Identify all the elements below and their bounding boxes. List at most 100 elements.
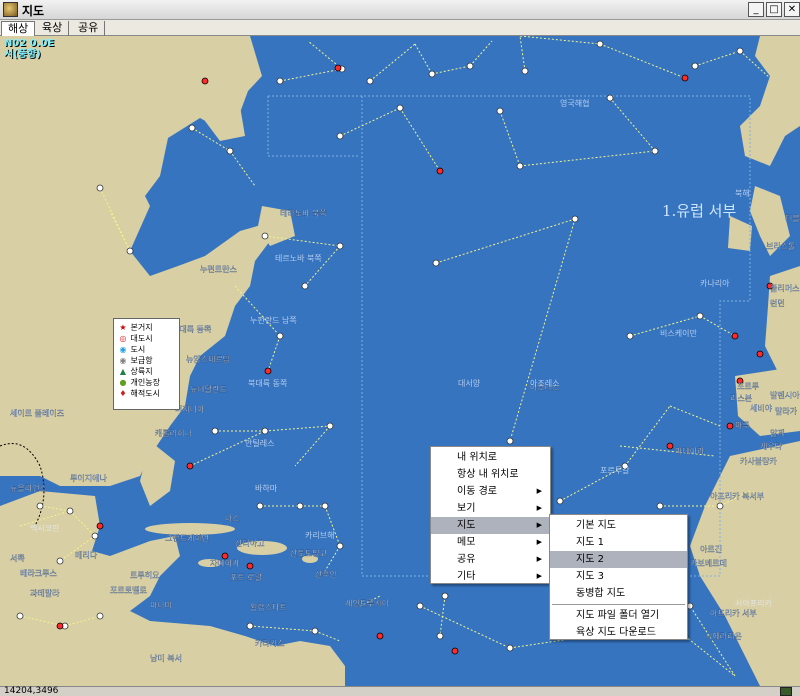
port-label[interactable]: 포르토벨로: [110, 585, 147, 595]
waypoint-marker[interactable]: [716, 502, 724, 510]
waypoint-marker[interactable]: [211, 427, 219, 435]
menu-route[interactable]: 이동 경로 ▶: [431, 483, 550, 500]
submenu-map-3[interactable]: 지도 3: [550, 568, 687, 585]
waypoint-marker[interactable]: [432, 259, 440, 267]
menu-view[interactable]: 보기 ▶: [431, 500, 550, 517]
danger-marker[interactable]: [726, 422, 734, 430]
waypoint-marker[interactable]: [301, 282, 309, 290]
menu-always-my-location[interactable]: 항상 내 위치로: [431, 466, 550, 483]
waypoint-marker[interactable]: [188, 124, 196, 132]
danger-marker[interactable]: [436, 167, 444, 175]
waypoint-marker[interactable]: [336, 132, 344, 140]
close-button[interactable]: ✕: [784, 2, 800, 17]
waypoint-marker[interactable]: [736, 47, 744, 55]
danger-marker[interactable]: [451, 647, 459, 655]
submenu-merged-map[interactable]: 동병합 지도: [550, 585, 687, 602]
waypoint-marker[interactable]: [261, 232, 269, 240]
danger-marker[interactable]: [56, 622, 64, 630]
waypoint-marker[interactable]: [516, 162, 524, 170]
tab-share[interactable]: 공유: [72, 21, 106, 36]
port-label[interactable]: 산토도밍고: [290, 548, 327, 558]
port-label[interactable]: 과테말라: [30, 589, 60, 598]
port-label[interactable]: 그랜드케이먼: [165, 533, 209, 543]
port-label[interactable]: 플리머스: [770, 284, 800, 293]
port-label[interactable]: 뉴암스테르담: [186, 354, 231, 364]
port-label[interactable]: 산티아고: [235, 538, 265, 548]
port-label[interactable]: 시에라리온: [705, 632, 742, 641]
port-label[interactable]: 남미 북서: [150, 654, 182, 663]
waypoint-marker[interactable]: [96, 184, 104, 192]
port-label[interactable]: 세비야: [750, 403, 773, 413]
waypoint-marker[interactable]: [336, 542, 344, 550]
waypoint-marker[interactable]: [466, 62, 474, 70]
waypoint-marker[interactable]: [571, 215, 579, 223]
port-label[interactable]: 아프리카 북서부: [710, 491, 764, 501]
waypoint-marker[interactable]: [311, 627, 319, 635]
waypoint-marker[interactable]: [56, 557, 64, 565]
port-label[interactable]: 세우타: [760, 442, 783, 451]
menu-go-my-location[interactable]: 내 위치로: [431, 449, 550, 466]
danger-marker[interactable]: [681, 74, 689, 82]
submenu-map-1[interactable]: 지도 1: [550, 534, 687, 551]
port-label[interactable]: 마데이라: [675, 446, 705, 456]
port-label[interactable]: 테라노바 북쪽: [280, 208, 327, 218]
waypoint-marker[interactable]: [246, 622, 254, 630]
waypoint-marker[interactable]: [428, 70, 436, 78]
waypoint-marker[interactable]: [91, 532, 99, 540]
waypoint-marker[interactable]: [366, 77, 374, 85]
waypoint-marker[interactable]: [691, 62, 699, 70]
port-label[interactable]: 발렌시아: [770, 390, 800, 400]
port-label[interactable]: 알제: [770, 428, 785, 438]
waypoint-marker[interactable]: [276, 77, 284, 85]
port-label[interactable]: 나스: [225, 514, 240, 523]
port-label[interactable]: 트루히요: [130, 570, 160, 580]
waypoint-marker[interactable]: [16, 612, 24, 620]
waypoint-marker[interactable]: [596, 40, 604, 48]
waypoint-marker[interactable]: [656, 502, 664, 510]
maximize-button[interactable]: □: [766, 2, 782, 17]
danger-marker[interactable]: [96, 522, 104, 530]
waypoint-marker[interactable]: [256, 502, 264, 510]
waypoint-marker[interactable]: [556, 497, 564, 505]
port-label[interactable]: 산후안: [315, 569, 338, 579]
waypoint-marker[interactable]: [521, 67, 529, 75]
danger-marker[interactable]: [334, 64, 342, 72]
port-label[interactable]: 카사블랑카: [740, 456, 778, 466]
waypoint-marker[interactable]: [36, 502, 44, 510]
waypoint-marker[interactable]: [506, 437, 514, 445]
port-label[interactable]: 세이트 플레이즈: [10, 408, 64, 418]
waypoint-marker[interactable]: [606, 94, 614, 102]
danger-marker[interactable]: [264, 367, 272, 375]
waypoint-marker[interactable]: [336, 242, 344, 250]
port-label[interactable]: 파루: [735, 421, 750, 430]
menu-memo[interactable]: 메모 ▶: [431, 534, 550, 551]
port-label[interactable]: 루이지애나: [70, 473, 108, 483]
port-label[interactable]: 자메이카: [210, 558, 240, 568]
menu-share[interactable]: 공유 ▶: [431, 551, 550, 568]
port-label[interactable]: 세인트루시아: [345, 598, 390, 608]
minimize-button[interactable]: _: [748, 2, 764, 17]
submenu-map-2[interactable]: 지도 2: [550, 551, 687, 568]
port-label[interactable]: 포트 로얄: [230, 572, 263, 582]
waypoint-marker[interactable]: [296, 502, 304, 510]
submenu-open-map-folder[interactable]: 지도 파일 폴더 열기: [550, 607, 687, 624]
waypoint-marker[interactable]: [226, 147, 234, 155]
port-label[interactable]: 말라가: [775, 407, 798, 416]
waypoint-marker[interactable]: [321, 502, 329, 510]
waypoint-marker[interactable]: [626, 332, 634, 340]
port-label[interactable]: 윌렘스타트: [250, 602, 287, 612]
tab-sea[interactable]: 해상: [1, 21, 36, 36]
port-label[interactable]: 런던: [770, 298, 785, 308]
waypoint-marker[interactable]: [396, 104, 404, 112]
port-label[interactable]: 메리다: [75, 551, 98, 560]
submenu-base-map[interactable]: 기본 지도: [550, 517, 687, 534]
port-label[interactable]: 뉴네덜란드: [190, 384, 227, 394]
danger-marker[interactable]: [376, 632, 384, 640]
port-label[interactable]: 브리스톨: [766, 242, 796, 251]
waypoint-marker[interactable]: [96, 612, 104, 620]
danger-marker[interactable]: [666, 442, 674, 450]
port-label[interactable]: 아프리카 서부: [710, 608, 757, 618]
waypoint-marker[interactable]: [66, 507, 74, 515]
map-mini-icon[interactable]: [780, 687, 792, 696]
submenu-download-land-map[interactable]: 육상 지도 다운로드: [550, 624, 687, 641]
